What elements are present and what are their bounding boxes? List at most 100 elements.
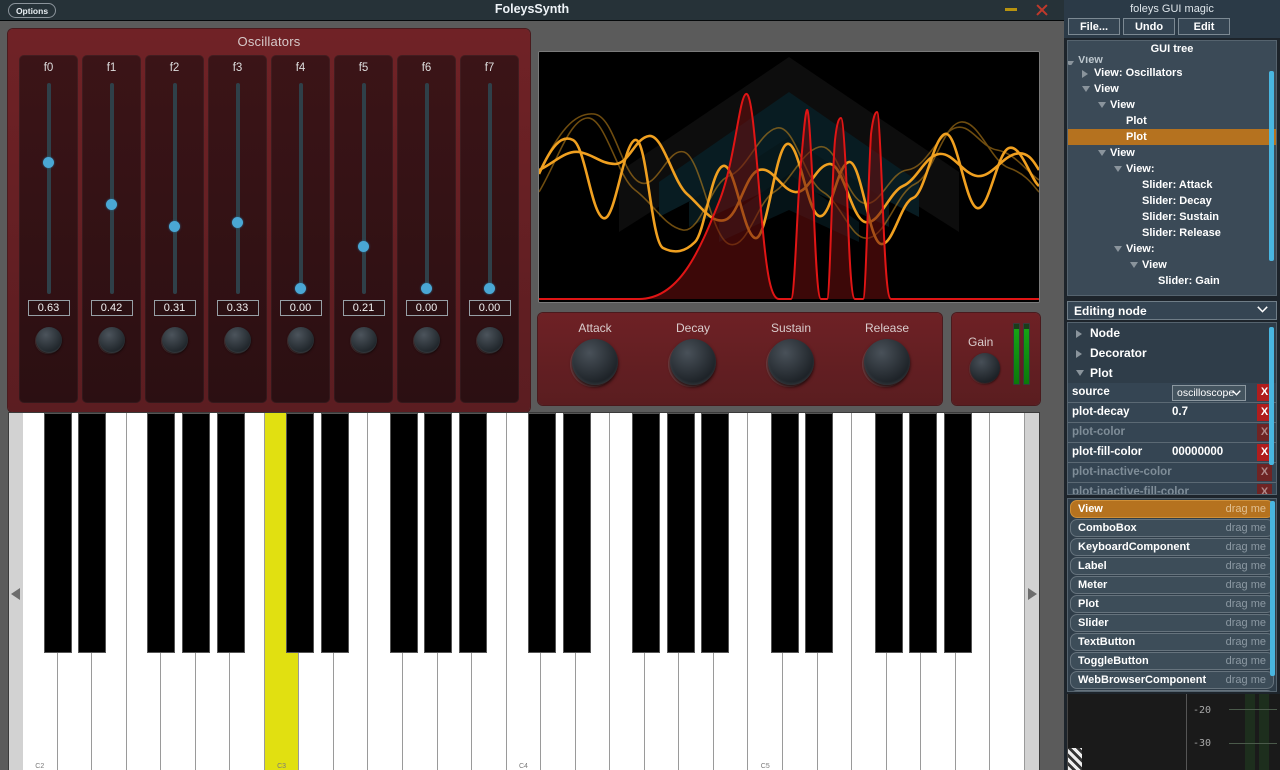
oscillator-value-f3[interactable]: 0.33: [216, 300, 259, 316]
oscillator-value-f4[interactable]: 0.00: [279, 300, 322, 316]
oscillator-knob-f4[interactable]: [287, 327, 314, 353]
oscillator-value-f7[interactable]: 0.00: [468, 300, 511, 316]
oscillator-knob-f2[interactable]: [161, 327, 188, 353]
black-key-3[interactable]: [147, 413, 176, 653]
tree-toggle-right-icon[interactable]: [1082, 70, 1088, 78]
oscillator-slider-f0[interactable]: [43, 83, 54, 294]
palette-item-keyboardcomponent[interactable]: KeyboardComponent drag me: [1070, 538, 1274, 556]
group-toggle-right-icon[interactable]: [1076, 330, 1082, 338]
palette-item-webbrowsercomponent[interactable]: WebBrowserComponent drag me: [1070, 671, 1274, 689]
black-key-17[interactable]: [632, 413, 661, 653]
oscillator-thumb-f4[interactable]: [295, 283, 306, 294]
oscillator-knob-f3[interactable]: [224, 327, 251, 353]
knob-sustain[interactable]: Sustain: [746, 321, 836, 385]
oscillator-value-f1[interactable]: 0.42: [90, 300, 133, 316]
tree-node-9[interactable]: Slider: Decay: [1068, 193, 1276, 209]
black-key-24[interactable]: [874, 413, 903, 653]
editing-node-header[interactable]: Editing node: [1067, 301, 1277, 320]
black-key-15[interactable]: [562, 413, 591, 653]
oscillator-slider-f1[interactable]: [106, 83, 117, 294]
tree-node-11[interactable]: Slider: Release: [1068, 225, 1276, 241]
black-key-18[interactable]: [666, 413, 695, 653]
oscillator-value-f6[interactable]: 0.00: [405, 300, 448, 316]
arrow-right-icon[interactable]: [1025, 413, 1039, 770]
tree-toggle-down-icon[interactable]: [1082, 86, 1090, 92]
oscillator-knob-f5[interactable]: [350, 327, 377, 353]
property-group-node[interactable]: Node: [1068, 323, 1276, 343]
black-key-19[interactable]: [701, 413, 730, 653]
black-key-10[interactable]: [389, 413, 418, 653]
tree-node-12[interactable]: View:: [1068, 241, 1276, 257]
black-key-8[interactable]: [320, 413, 349, 653]
black-key-4[interactable]: [182, 413, 211, 653]
property-group-decorator[interactable]: Decorator: [1068, 343, 1276, 363]
tree-toggle-down-icon[interactable]: [1130, 262, 1138, 268]
black-key-0[interactable]: [43, 413, 72, 653]
knob-sustain-dial[interactable]: [768, 339, 814, 385]
edit-button[interactable]: Edit: [1178, 18, 1230, 35]
knob-attack-dial[interactable]: [572, 339, 618, 385]
undo-button[interactable]: Undo: [1123, 18, 1175, 35]
group-toggle-right-icon[interactable]: [1076, 350, 1082, 358]
black-key-25[interactable]: [909, 413, 938, 653]
oscillator-slider-f2[interactable]: [169, 83, 180, 294]
property-value-plot-decay[interactable]: 0.7: [1172, 406, 1188, 418]
tree-node-0[interactable]: View: [1068, 56, 1276, 65]
tree-node-13[interactable]: View: [1068, 257, 1276, 273]
tree-node-8[interactable]: Slider: Attack: [1068, 177, 1276, 193]
oscillator-knob-f1[interactable]: [98, 327, 125, 353]
tree-node-5[interactable]: Plot: [1068, 129, 1276, 145]
tree-node-10[interactable]: Slider: Sustain: [1068, 209, 1276, 225]
palette-item-combobox[interactable]: ComboBox drag me: [1070, 519, 1274, 537]
oscilloscope-plot[interactable]: [538, 51, 1040, 303]
palette-item-plot[interactable]: Plot drag me: [1070, 595, 1274, 613]
black-key-11[interactable]: [424, 413, 453, 653]
tree-node-3[interactable]: View: [1068, 97, 1276, 113]
property-clear-button-plot-inactive-fill-color[interactable]: X: [1257, 484, 1272, 494]
knob-release-dial[interactable]: [864, 339, 910, 385]
palette-item-label[interactable]: Label drag me: [1070, 557, 1274, 575]
oscillator-slider-f7[interactable]: [484, 83, 495, 294]
black-key-21[interactable]: [770, 413, 799, 653]
tree-node-7[interactable]: View:: [1068, 161, 1276, 177]
knob-decay-dial[interactable]: [670, 339, 716, 385]
black-key-22[interactable]: [805, 413, 834, 653]
palette-scrollbar[interactable]: [1270, 501, 1275, 676]
oscillator-slider-f6[interactable]: [421, 83, 432, 294]
oscillator-value-f5[interactable]: 0.21: [342, 300, 385, 316]
tree-toggle-down-icon[interactable]: [1098, 102, 1106, 108]
knob-release[interactable]: Release: [842, 321, 932, 385]
tree-toggle-down-icon[interactable]: [1114, 166, 1122, 172]
tree-node-2[interactable]: View: [1068, 81, 1276, 97]
oscillator-knob-f0[interactable]: [35, 327, 62, 353]
white-key-28[interactable]: [990, 413, 1025, 770]
oscillator-value-f0[interactable]: 0.63: [27, 300, 70, 316]
tree-node-1[interactable]: View: Oscillators: [1068, 65, 1276, 81]
file-button[interactable]: File...: [1068, 18, 1120, 35]
black-key-7[interactable]: [285, 413, 314, 653]
oscillator-thumb-f1[interactable]: [106, 199, 117, 210]
oscillator-thumb-f2[interactable]: [169, 221, 180, 232]
oscillator-slider-f4[interactable]: [295, 83, 306, 294]
gui-tree-scrollbar[interactable]: [1269, 71, 1274, 261]
black-key-26[interactable]: [943, 413, 972, 653]
property-clear-button-plot-inactive-color[interactable]: X: [1257, 464, 1272, 481]
properties-scrollbar[interactable]: [1269, 327, 1274, 465]
oscillator-slider-f3[interactable]: [232, 83, 243, 294]
gain-knob[interactable]: [970, 353, 1000, 383]
palette-item-view[interactable]: View drag me: [1070, 500, 1274, 518]
oscillator-value-f2[interactable]: 0.31: [153, 300, 196, 316]
palette-item-meter[interactable]: Meter drag me: [1070, 576, 1274, 594]
black-key-12[interactable]: [459, 413, 488, 653]
black-key-14[interactable]: [528, 413, 557, 653]
oscillator-knob-f6[interactable]: [413, 327, 440, 353]
tree-node-14[interactable]: Slider: Gain: [1068, 273, 1276, 289]
tree-node-6[interactable]: View: [1068, 145, 1276, 161]
oscillator-thumb-f3[interactable]: [232, 217, 243, 228]
oscillator-thumb-f5[interactable]: [358, 241, 369, 252]
palette-item-textbutton[interactable]: TextButton drag me: [1070, 633, 1274, 651]
knob-decay[interactable]: Decay: [648, 321, 738, 385]
black-key-5[interactable]: [216, 413, 245, 653]
palette-item-slider[interactable]: Slider drag me: [1070, 614, 1274, 632]
close-icon[interactable]: [1034, 2, 1050, 18]
